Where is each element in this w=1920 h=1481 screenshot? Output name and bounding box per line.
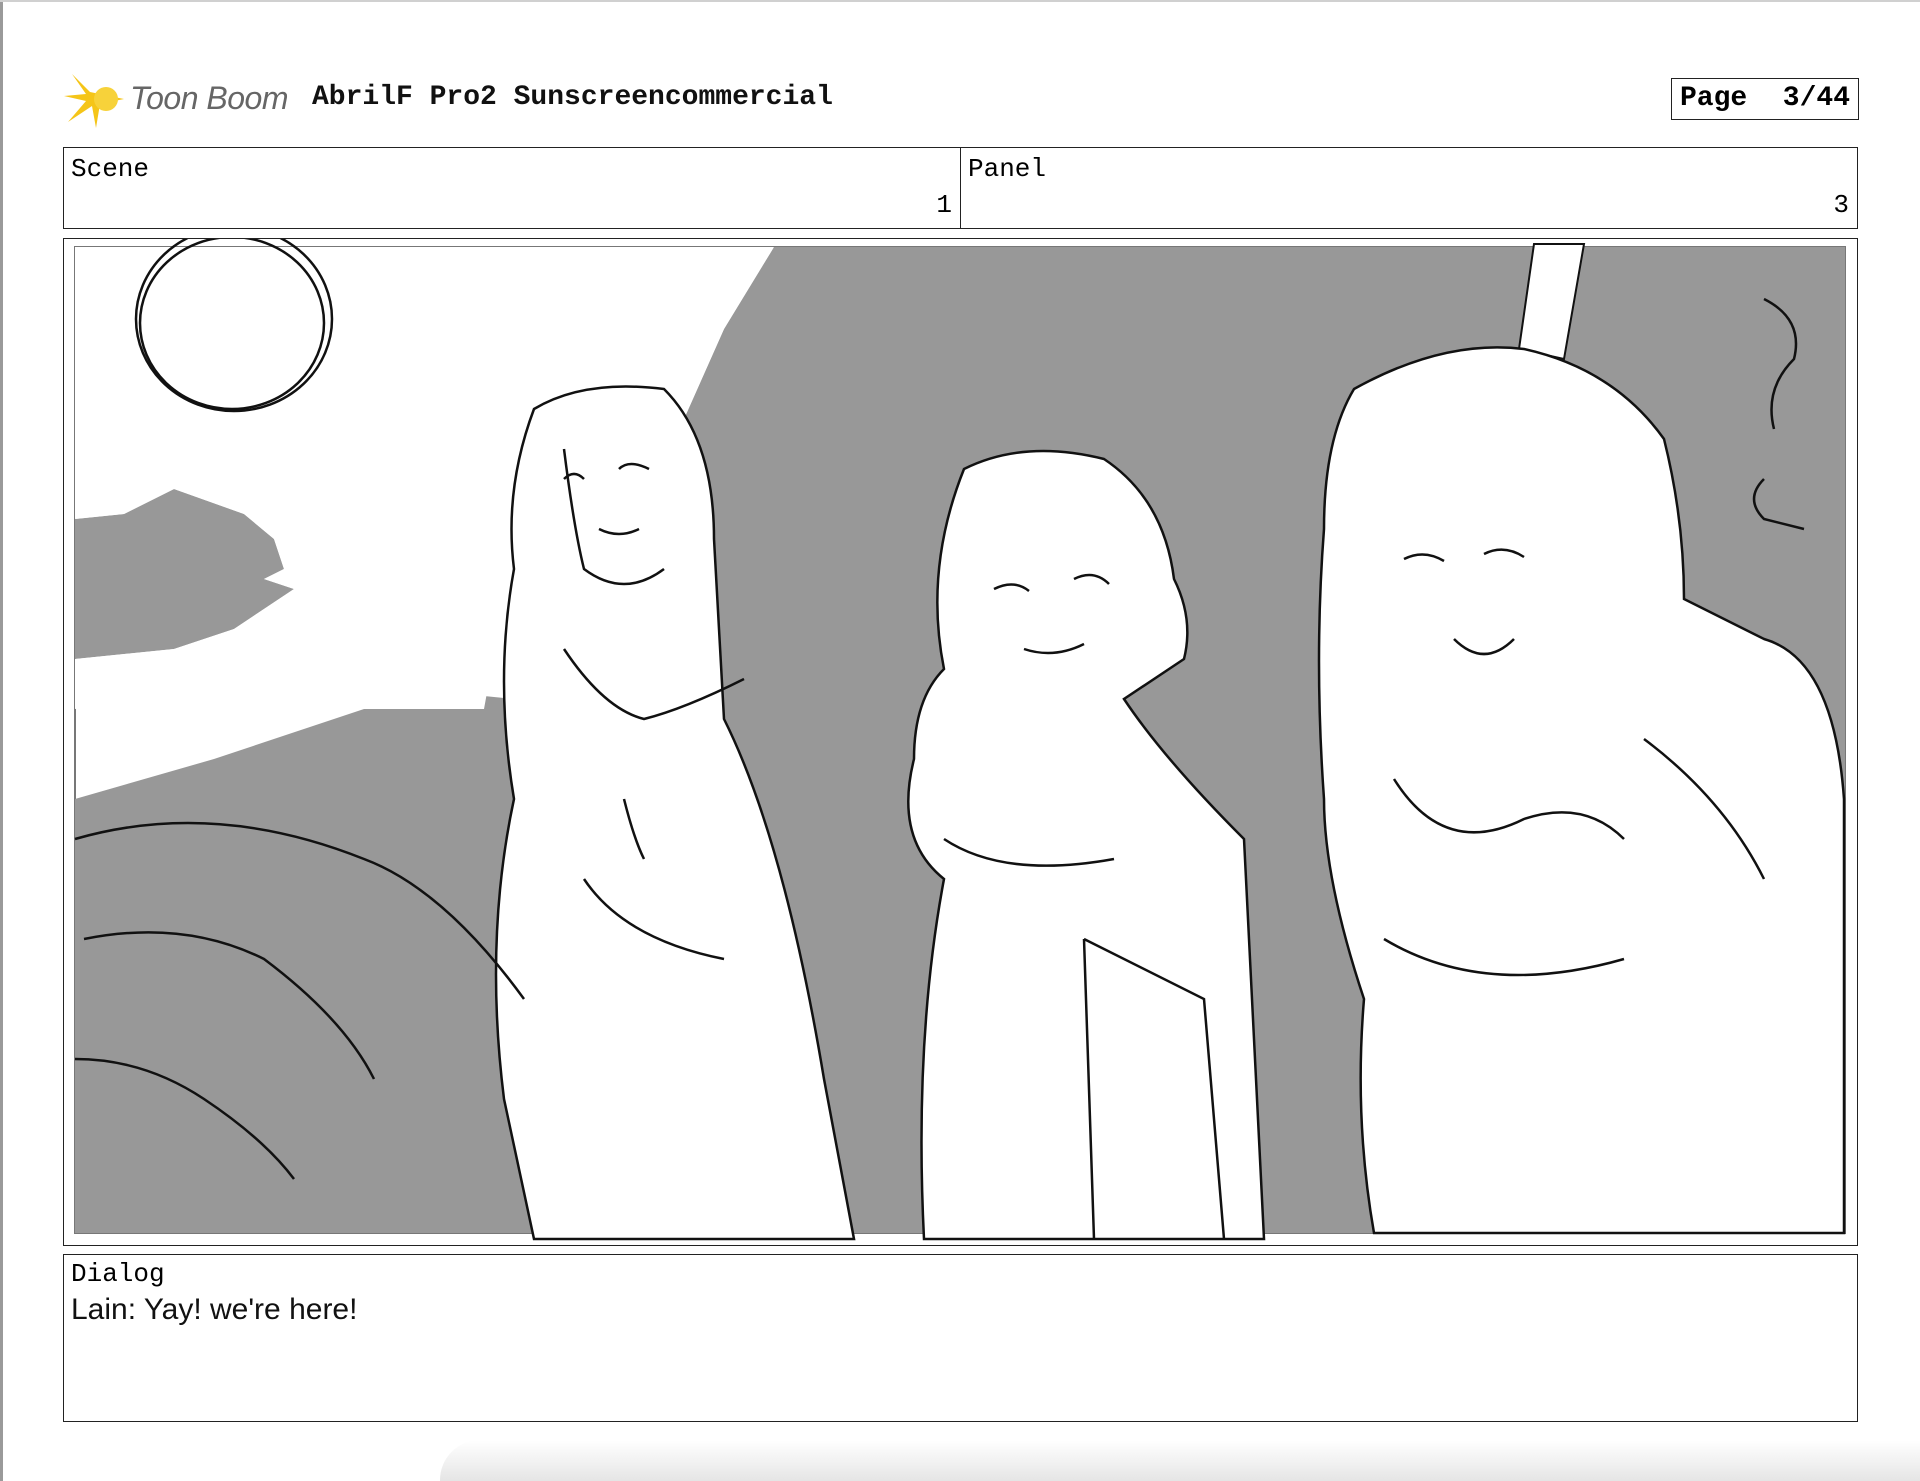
- scene-number: 1: [936, 190, 952, 220]
- storyboard-header: Toon Boom AbrilF Pro2 Sunscreencommercia…: [64, 66, 1859, 136]
- project-title: AbrilF Pro2 Sunscreencommercial: [312, 82, 833, 113]
- dialog-box: Dialog Lain: Yay! we're here!: [63, 1254, 1858, 1422]
- page-label: Page: [1680, 83, 1748, 114]
- page-edge: [0, 0, 3, 1481]
- page-number: 3/44: [1782, 83, 1850, 114]
- dialog-label: Dialog: [71, 1259, 165, 1289]
- panel-label: Panel: [968, 154, 1047, 184]
- scene-label: Scene: [71, 154, 150, 184]
- scene-panel-row: Scene 1 Panel 3: [63, 147, 1858, 229]
- sketch-drawing: [74, 239, 1846, 1241]
- logo-text: Toon Boom: [130, 80, 288, 116]
- panel-cell: Panel 3: [961, 148, 1857, 228]
- page-edge-top: [0, 0, 1920, 2]
- storyboard-panel-image: [63, 238, 1858, 1246]
- toon-boom-logo: Toon Boom: [64, 66, 294, 132]
- panel-number: 3: [1833, 190, 1849, 220]
- dialog-text: Lain: Yay! we're here!: [71, 1293, 358, 1326]
- page-shadow: [440, 1440, 1920, 1481]
- star-burst-icon: [64, 74, 124, 128]
- scene-cell: Scene 1: [64, 148, 961, 228]
- page-indicator: Page 3/44: [1671, 78, 1859, 120]
